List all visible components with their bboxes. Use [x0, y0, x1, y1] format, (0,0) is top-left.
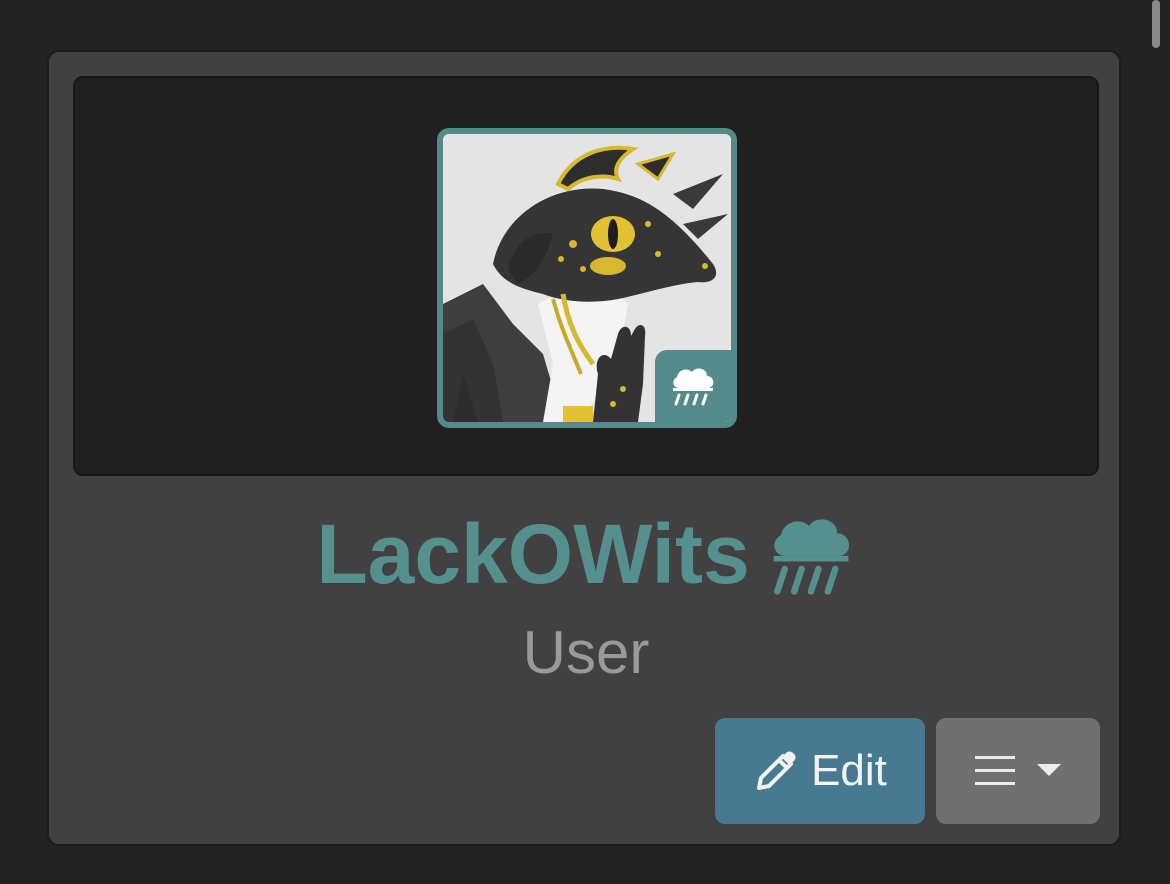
- edit-button[interactable]: Edit: [715, 718, 925, 824]
- username: LackOWits: [316, 507, 750, 601]
- rain-cloud-icon: [673, 368, 714, 406]
- caret-down-icon: [1037, 764, 1061, 776]
- scrollbar[interactable]: [1152, 0, 1160, 48]
- profile-card: LackOWits User Edit: [47, 50, 1121, 846]
- options-menu-button[interactable]: [936, 718, 1100, 824]
- hamburger-menu-icon: [975, 756, 1015, 785]
- page: LackOWits User Edit: [0, 0, 1170, 884]
- avatar[interactable]: [437, 128, 737, 428]
- user-role: User: [522, 619, 650, 686]
- rain-cloud-icon: [773, 519, 849, 595]
- username-row: LackOWits: [49, 504, 1123, 604]
- pencil-icon: [757, 751, 796, 790]
- edit-button-label: Edit: [811, 746, 887, 795]
- profile-banner: [73, 76, 1099, 476]
- element-badge: [655, 350, 731, 422]
